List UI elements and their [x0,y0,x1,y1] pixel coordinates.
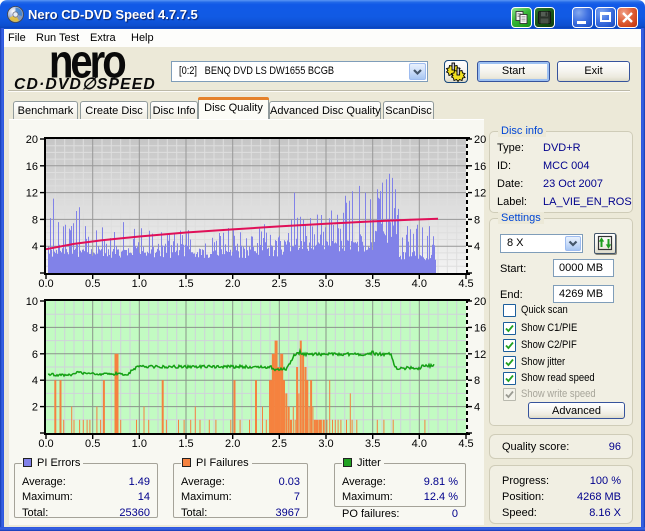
svg-text:10: 10 [26,296,38,308]
svg-text:3.5: 3.5 [365,278,380,290]
svg-text:4.0: 4.0 [412,438,427,450]
svg-text:16: 16 [474,161,486,173]
svg-text:16: 16 [474,322,486,334]
svg-text:20: 20 [474,134,486,146]
svg-text:0.5: 0.5 [85,438,100,450]
svg-text:2.5: 2.5 [272,278,287,290]
svg-text:2.5: 2.5 [272,438,287,450]
svg-text:12: 12 [26,188,38,200]
svg-text:2.0: 2.0 [225,278,240,290]
svg-text:6: 6 [32,349,38,361]
svg-text:2: 2 [32,402,38,414]
svg-text:1.5: 1.5 [178,278,193,290]
svg-text:12: 12 [474,188,486,200]
svg-text:16: 16 [26,161,38,173]
svg-text:8: 8 [474,375,480,387]
svg-text:1.0: 1.0 [132,438,147,450]
svg-text:8: 8 [474,214,480,226]
svg-text:1.5: 1.5 [178,438,193,450]
svg-text:0.0: 0.0 [38,278,53,290]
svg-text:3.0: 3.0 [318,438,333,450]
svg-text:20: 20 [474,296,486,308]
svg-text:4: 4 [474,241,480,253]
svg-text:4: 4 [32,241,38,253]
svg-text:12: 12 [474,349,486,361]
svg-text:20: 20 [26,134,38,146]
svg-text:4.0: 4.0 [412,278,427,290]
svg-text:1.0: 1.0 [132,278,147,290]
svg-text:0.5: 0.5 [85,278,100,290]
svg-text:8: 8 [32,214,38,226]
svg-text:4.5: 4.5 [458,278,473,290]
svg-text:4: 4 [474,402,480,414]
svg-text:3.5: 3.5 [365,438,380,450]
svg-text:2.0: 2.0 [225,438,240,450]
svg-text:4.5: 4.5 [458,438,473,450]
svg-text:8: 8 [32,322,38,334]
svg-text:4: 4 [32,375,38,387]
svg-text:3.0: 3.0 [318,278,333,290]
svg-text:0.0: 0.0 [38,438,53,450]
